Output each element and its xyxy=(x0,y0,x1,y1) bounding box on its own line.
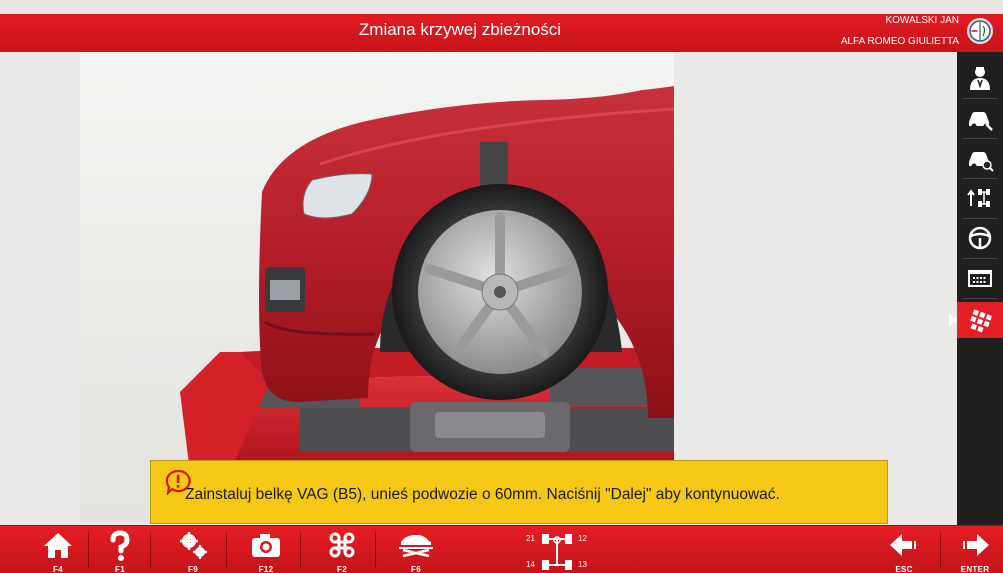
bottom-toolbar: F4 F1 F9 F12 F2 F6 21 12 14 13 ESC ENTER xyxy=(0,525,1003,573)
sidebar-item-vehicle-tools[interactable] xyxy=(957,100,1003,139)
instruction-text: Zainstaluj belkę VAG (B5), unieś podwozi… xyxy=(185,486,780,503)
axle-front-left-value: 21 xyxy=(526,534,535,543)
back-key-label: ESC xyxy=(895,565,913,573)
steering-wheel-icon xyxy=(968,226,992,250)
back-button[interactable]: ESC xyxy=(876,526,932,573)
car-tools-icon xyxy=(969,112,993,131)
home-icon xyxy=(44,533,72,558)
sidebar-item-axle-adjust[interactable] xyxy=(957,180,1003,219)
header-bar: Zmiana krzywej zbieżności KOWALSKI JAN A… xyxy=(0,0,1003,52)
lift-button[interactable]: F6 xyxy=(388,526,444,573)
menu-button[interactable]: F2 xyxy=(314,526,370,573)
camera-button[interactable]: F12 xyxy=(238,526,294,573)
next-button[interactable]: ENTER xyxy=(947,526,1003,573)
axle-diagram-icon xyxy=(542,534,572,570)
settings-key-label: F9 xyxy=(188,565,198,573)
axle-rear-right-value: 13 xyxy=(578,560,587,569)
command-menu-icon xyxy=(329,532,355,558)
camera-key-label: F12 xyxy=(258,565,274,573)
brand-logo xyxy=(967,18,993,44)
next-key-label: ENTER xyxy=(960,565,990,573)
gears-icon xyxy=(180,532,207,559)
help-icon xyxy=(110,530,130,561)
arrow-right-icon xyxy=(963,534,989,556)
sidebar-item-keyboard[interactable] xyxy=(957,260,1003,299)
sidebar-item-calibration[interactable] xyxy=(949,302,1003,338)
home-key-label: F4 xyxy=(53,565,63,573)
vehicle-illustration xyxy=(80,52,675,522)
menu-key-label: F2 xyxy=(337,565,347,573)
sidebar-item-technician[interactable] xyxy=(957,60,1003,99)
arrow-left-icon xyxy=(890,534,916,556)
car-search-icon xyxy=(969,152,994,172)
sidebar-item-vehicle-search[interactable] xyxy=(957,140,1003,179)
technician-icon xyxy=(970,67,990,90)
instruction-message: Zainstaluj belkę VAG (B5), unieś podwozi… xyxy=(150,460,888,524)
page-title: Zmiana krzywej zbieżności xyxy=(358,20,562,39)
keyboard-icon xyxy=(968,270,992,287)
calibration-grid-icon xyxy=(970,309,993,333)
help-button[interactable]: F1 xyxy=(92,526,148,573)
home-button[interactable]: F4 xyxy=(30,526,86,573)
axle-rear-left-value: 14 xyxy=(526,560,535,569)
axle-adjust-icon xyxy=(967,189,990,207)
axle-status-widget: 21 12 14 13 xyxy=(522,530,592,572)
axle-front-right-value: 12 xyxy=(578,534,587,543)
sidebar-item-steering[interactable] xyxy=(957,220,1003,259)
car-lift-icon xyxy=(399,535,433,558)
vehicle-name: ALFA ROMEO GIULIETTA xyxy=(840,36,959,47)
lift-key-label: F6 xyxy=(411,565,421,573)
active-indicator xyxy=(949,314,957,326)
sidebar xyxy=(949,52,1003,525)
header-top-strip xyxy=(0,0,1003,14)
app-window: Zmiana krzywej zbieżności KOWALSKI JAN A… xyxy=(0,0,1003,573)
settings-button[interactable]: F9 xyxy=(165,526,221,573)
help-key-label: F1 xyxy=(115,565,125,573)
user-name: KOWALSKI JAN xyxy=(885,15,959,26)
camera-icon xyxy=(252,534,280,557)
